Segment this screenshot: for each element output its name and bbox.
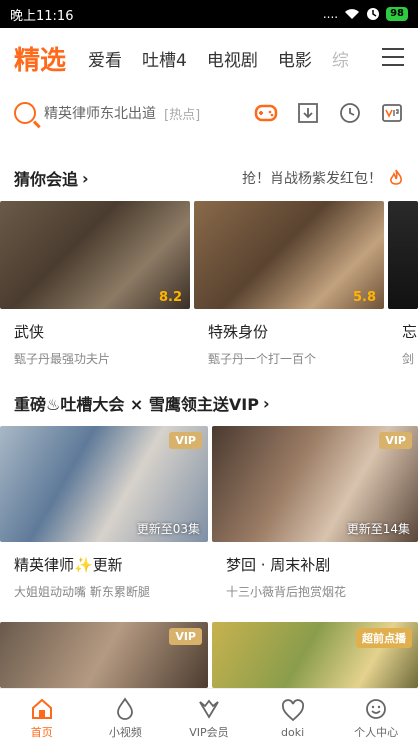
video-card[interactable]: VIP 更新至14集 梦回 · 周末补剧 十三小薇背后抱赏烟花 [212, 426, 418, 600]
tab-variety[interactable]: 综 [332, 46, 349, 71]
section-guess-header[interactable]: 猜你会追 › 抢！肖战杨紫发红包！ [14, 165, 404, 191]
tab-tv[interactable]: 电视剧 [207, 46, 258, 71]
nav-vip[interactable]: VIP会员 [167, 689, 251, 748]
search-hot-tag: [热点] [164, 107, 201, 123]
nav-short-video-label: 小视频 [108, 726, 142, 739]
video-thumbnail[interactable]: 8.2 [0, 201, 190, 309]
history-icon[interactable] [338, 101, 362, 125]
video-title: 梦回 · 周末补剧 [226, 556, 331, 574]
video-title: 精英律师✨更新 [14, 556, 123, 574]
tab-tucao[interactable]: 吐槽4 [142, 46, 187, 71]
nav-short-video[interactable]: 小视频 [84, 689, 168, 748]
episode-label: 更新至14集 [346, 522, 410, 536]
rating-badge: 8.2 [158, 290, 182, 305]
video-card[interactable]: VIP 更新至03集 精英律师✨更新 大姐姐动动嘴 靳东累断腿 [0, 426, 208, 600]
video-thumbnail[interactable] [388, 201, 418, 309]
wifi-icon [345, 9, 360, 19]
nav-profile[interactable]: 个人中心 [334, 689, 418, 748]
advance-play-badge: 超前点播 [356, 628, 412, 648]
video-title: 特殊身份 [208, 323, 269, 341]
video-desc: 甄子丹最强功夫片 [14, 352, 111, 366]
menu-icon[interactable] [382, 48, 404, 66]
video-desc: 甄子丹一个打一百个 [208, 352, 317, 366]
video-card[interactable]: 8.2 武侠 甄子丹最强功夫片 [0, 201, 190, 367]
video-desc: 剑 [402, 352, 415, 366]
droplet-icon [117, 697, 134, 720]
alarm-icon [367, 8, 380, 20]
game-icon[interactable] [254, 101, 278, 125]
home-icon [31, 698, 52, 719]
section-promo-title: 重磅♨吐槽大会 × 雪鹰领主送VIP [14, 395, 259, 414]
tab-featured[interactable]: 精选 [14, 40, 66, 77]
section-guess-title: 猜你会追 [14, 170, 79, 189]
smiley-icon [366, 699, 387, 719]
search-row: 精英律师东北出道 [热点] [0, 92, 418, 134]
nav-home-label: 首页 [30, 726, 53, 739]
flame-icon [390, 169, 402, 185]
video-thumbnail[interactable]: VIP 更新至14集 [212, 426, 418, 542]
search-icon[interactable] [14, 102, 36, 124]
heart-icon [281, 698, 304, 721]
vip-badge: VIP [169, 628, 202, 645]
video-thumbnail[interactable]: VIP 更新至03集 [0, 426, 208, 542]
nav-doki[interactable]: doki [251, 689, 335, 748]
video-card[interactable]: 5.8 特殊身份 甄子丹一个打一百个 [194, 201, 384, 367]
section-promo-header[interactable]: 重磅♨吐槽大会 × 雪鹰领主送VIP › [14, 390, 404, 416]
video-title: 忘 [402, 323, 418, 341]
video-thumbnail[interactable]: 5.8 [194, 201, 384, 309]
download-icon[interactable] [296, 101, 320, 125]
video-thumbnail[interactable]: 超前点播 [212, 622, 418, 688]
row-promo: VIP 更新至03集 精英律师✨更新 大姐姐动动嘴 靳东累断腿 VIP 更新至1… [0, 426, 418, 616]
status-time: 晚上11:16 [10, 8, 74, 24]
chevron-right-icon: › [82, 168, 89, 188]
vip-badge: VIP [379, 432, 412, 449]
channel-tabs: 精选 爱看 吐槽4 电视剧 电影 综 [0, 28, 418, 88]
status-bar: 晚上11:16 .... 98 [0, 0, 418, 28]
episode-label: 更新至03集 [136, 522, 200, 536]
search-input[interactable]: 精英律师东北出道 [44, 103, 156, 123]
rating-badge: 5.8 [352, 290, 376, 305]
video-card[interactable]: VIP [0, 622, 208, 688]
video-desc: 十三小薇背后抱赏烟花 [226, 585, 347, 599]
nav-home[interactable]: 首页 [0, 689, 84, 748]
video-title: 武侠 [14, 323, 45, 341]
signal-icon: .... [322, 7, 339, 21]
video-desc: 大姐姐动动嘴 靳东累断腿 [14, 585, 150, 599]
nav-profile-label: 个人中心 [354, 726, 399, 739]
battery-indicator: 98 [386, 7, 408, 21]
nav-doki-label: doki [281, 725, 305, 739]
row-guess: 8.2 武侠 甄子丹最强功夫片 5.8 特殊身份 甄子丹一个打一百个 忘 剑 [0, 201, 418, 381]
nav-vip-label: VIP会员 [189, 726, 229, 739]
vip-crown-icon [199, 699, 219, 719]
tab-movie[interactable]: 电影 [278, 46, 312, 71]
vip-badge: VIP [169, 432, 202, 449]
video-thumbnail[interactable]: VIP [0, 622, 208, 688]
video-card[interactable]: 忘 剑 [388, 201, 418, 367]
tab-aikan[interactable]: 爱看 [88, 46, 122, 71]
video-card[interactable]: 超前点播 [212, 622, 418, 688]
bottom-nav: 首页 小视频 VIP会员 doki 个人中心 [0, 688, 418, 748]
chevron-right-icon: › [262, 393, 270, 413]
promo-text[interactable]: 抢！肖战杨紫发红包！ [242, 168, 404, 188]
row-more: VIP 超前点播 [0, 622, 418, 688]
status-icons: .... 98 [323, 7, 408, 21]
vip-icon[interactable] [380, 101, 404, 125]
